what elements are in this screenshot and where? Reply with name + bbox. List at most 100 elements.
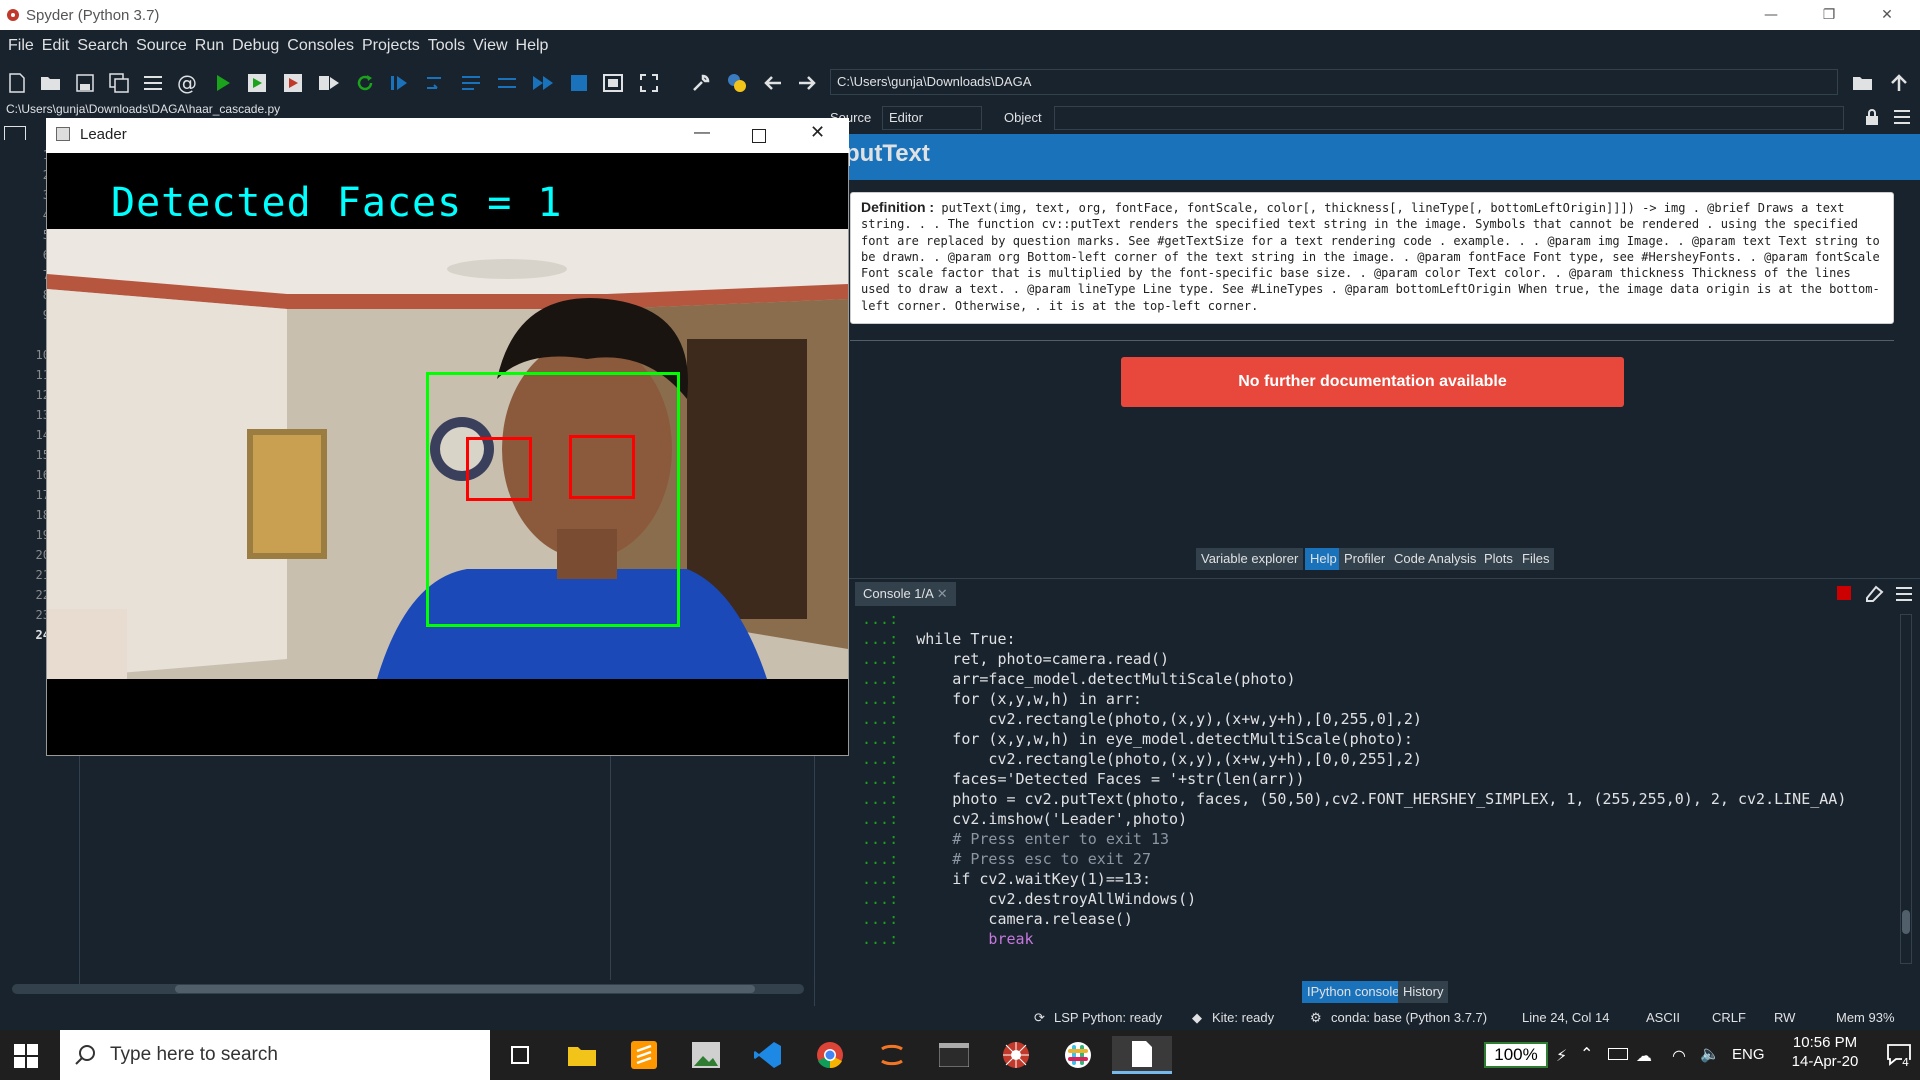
outline-icon[interactable] bbox=[140, 70, 166, 96]
menu-source[interactable]: Source bbox=[132, 37, 191, 55]
leader-close-button[interactable]: ✕ bbox=[810, 122, 825, 143]
object-input[interactable] bbox=[1054, 106, 1844, 130]
working-directory-input[interactable]: C:\Users\gunja\Downloads\DAGA bbox=[830, 69, 1838, 95]
task-view-icon[interactable] bbox=[500, 1036, 540, 1074]
preferences-wrench-icon[interactable] bbox=[688, 70, 714, 96]
step-return-icon[interactable] bbox=[494, 70, 520, 96]
browse-folder-icon[interactable] bbox=[1850, 70, 1876, 96]
menu-search[interactable]: Search bbox=[73, 37, 132, 55]
tab-ipython-console[interactable]: IPython console bbox=[1302, 981, 1405, 1003]
fullscreen-icon[interactable] bbox=[636, 70, 662, 96]
battery-percentage[interactable]: 100% bbox=[1484, 1042, 1548, 1068]
minimize-button[interactable]: — bbox=[1742, 0, 1800, 30]
tab-variable-explorer[interactable]: Variable explorer bbox=[1196, 548, 1304, 570]
chrome-icon[interactable] bbox=[810, 1036, 850, 1074]
sublime-text-icon[interactable] bbox=[624, 1036, 664, 1074]
leader-title-bar[interactable]: Leader — ✕ bbox=[46, 118, 849, 153]
vscode-icon[interactable] bbox=[748, 1036, 788, 1074]
wifi-icon[interactable]: ◠ bbox=[1672, 1046, 1686, 1065]
run-icon[interactable] bbox=[210, 70, 236, 96]
save-icon[interactable] bbox=[72, 70, 98, 96]
kite-icon: ◆ bbox=[1192, 1010, 1202, 1025]
python-path-icon[interactable] bbox=[724, 70, 750, 96]
menu-file[interactable]: File bbox=[4, 37, 38, 55]
source-select[interactable]: Editor bbox=[882, 106, 982, 130]
step-into-icon[interactable] bbox=[458, 70, 484, 96]
menu-view[interactable]: View bbox=[469, 37, 511, 55]
editor-file-path: C:\Users\gunja\Downloads\DAGA\haar_casca… bbox=[6, 102, 281, 116]
menu-run[interactable]: Run bbox=[191, 37, 228, 55]
open-file-icon[interactable] bbox=[38, 70, 64, 96]
stop-kernel-icon[interactable] bbox=[1837, 586, 1851, 600]
chevron-up-icon[interactable]: ⌃ bbox=[1580, 1044, 1593, 1063]
console-comment-line: # Press enter to exit 13 bbox=[916, 830, 1170, 848]
editor-scroll-thumb[interactable] bbox=[175, 985, 755, 993]
tab-plots[interactable]: Plots bbox=[1479, 548, 1518, 570]
tab-help[interactable]: Help bbox=[1305, 548, 1342, 570]
file-explorer-icon[interactable] bbox=[562, 1036, 602, 1074]
save-all-icon[interactable] bbox=[106, 70, 132, 96]
notification-center-icon[interactable]: 4 bbox=[1886, 1042, 1912, 1069]
tab-history[interactable]: History bbox=[1398, 981, 1449, 1003]
console-scroll-thumb[interactable] bbox=[1902, 910, 1910, 934]
detected-faces-overlay: Detected Faces = 1 bbox=[111, 180, 563, 226]
console-options-icon[interactable] bbox=[1896, 587, 1912, 601]
notification-count: 4 bbox=[1902, 1056, 1909, 1069]
lock-icon[interactable] bbox=[1864, 108, 1880, 126]
volume-icon[interactable]: 🔈 bbox=[1700, 1044, 1720, 1063]
taskbar-search-input[interactable]: Type here to search bbox=[60, 1030, 490, 1080]
menu-tools[interactable]: Tools bbox=[424, 37, 469, 55]
run-selection-icon[interactable] bbox=[316, 70, 342, 96]
continue-icon[interactable] bbox=[530, 70, 556, 96]
help-heading: putText bbox=[845, 140, 930, 167]
close-button[interactable]: ✕ bbox=[1858, 0, 1916, 30]
slack-icon[interactable] bbox=[1058, 1036, 1098, 1074]
options-menu-icon[interactable] bbox=[1894, 110, 1910, 124]
new-file-icon[interactable] bbox=[4, 70, 30, 96]
console-code-line: while True: bbox=[916, 630, 1016, 648]
run-cell-advance-icon[interactable] bbox=[280, 70, 306, 96]
menu-bar: File Edit Search Source Run Debug Consol… bbox=[0, 30, 1920, 62]
clear-console-icon[interactable] bbox=[1864, 584, 1884, 602]
menu-consoles[interactable]: Consoles bbox=[283, 37, 358, 55]
leader-maximize-button[interactable] bbox=[752, 129, 766, 143]
help-toolbar: Source Editor Object bbox=[830, 104, 1920, 132]
parent-directory-icon[interactable] bbox=[1886, 70, 1912, 96]
notepad-icon[interactable] bbox=[1112, 1036, 1172, 1074]
jupyter-icon[interactable] bbox=[872, 1036, 912, 1074]
windows-start-icon[interactable] bbox=[14, 1044, 38, 1068]
debug-icon[interactable] bbox=[386, 70, 412, 96]
spyder-taskbar-icon[interactable] bbox=[996, 1036, 1036, 1074]
terminal-icon[interactable] bbox=[934, 1036, 974, 1074]
console-code-line: if cv2.waitKey(1)==13: bbox=[916, 870, 1151, 888]
onedrive-cloud-icon[interactable]: ☁ bbox=[1636, 1046, 1652, 1065]
tab-files[interactable]: Files bbox=[1517, 548, 1555, 570]
power-plug-icon[interactable]: ⚡ bbox=[1556, 1046, 1567, 1065]
menu-edit[interactable]: Edit bbox=[38, 37, 74, 55]
rerun-icon[interactable] bbox=[352, 70, 378, 96]
source-select-value: Editor bbox=[889, 110, 923, 125]
run-cell-icon[interactable] bbox=[244, 70, 270, 96]
eye-detection-box bbox=[466, 437, 532, 501]
menu-debug[interactable]: Debug bbox=[228, 37, 283, 55]
menu-projects[interactable]: Projects bbox=[358, 37, 424, 55]
tab-console-1a[interactable]: Console 1/A ✕ bbox=[855, 582, 956, 606]
language-indicator[interactable]: ENG bbox=[1732, 1046, 1765, 1063]
back-arrow-icon[interactable] bbox=[760, 70, 786, 96]
step-icon[interactable] bbox=[422, 70, 448, 96]
maximize-pane-icon[interactable] bbox=[600, 70, 626, 96]
console-prompt: ...: bbox=[862, 670, 899, 688]
tab-code-analysis[interactable]: Code Analysis bbox=[1389, 548, 1482, 570]
forward-arrow-icon[interactable] bbox=[794, 70, 820, 96]
menu-help[interactable]: Help bbox=[512, 37, 553, 55]
close-tab-icon[interactable]: ✕ bbox=[937, 586, 948, 601]
at-icon[interactable]: @ bbox=[174, 70, 200, 96]
image-viewer-icon[interactable] bbox=[686, 1036, 726, 1074]
leader-minimize-button[interactable]: — bbox=[694, 124, 710, 142]
stop-debug-icon[interactable] bbox=[566, 70, 592, 96]
tab-profiler[interactable]: Profiler bbox=[1339, 548, 1391, 570]
restore-button[interactable]: ❐ bbox=[1800, 0, 1858, 30]
battery-icon[interactable] bbox=[1608, 1048, 1628, 1060]
clock[interactable]: 10:56 PM 14-Apr-20 bbox=[1770, 1034, 1880, 1070]
console-prompt: ...: bbox=[862, 910, 899, 928]
